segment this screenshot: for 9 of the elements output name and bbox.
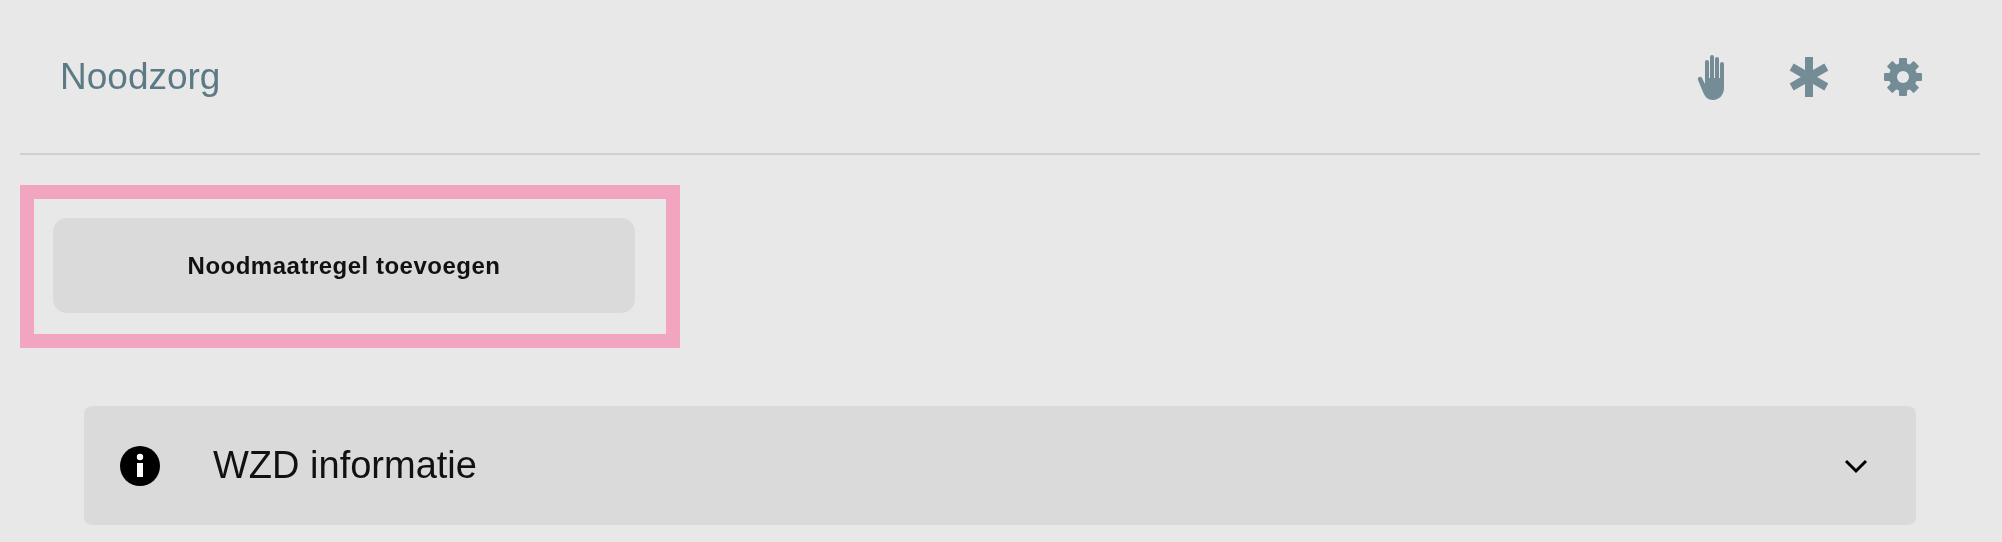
accordion-title: WZD informatie	[213, 444, 478, 487]
asterisk-icon	[1790, 56, 1828, 97]
page-title: Noodzorg	[60, 55, 221, 98]
settings-button[interactable]	[1882, 55, 1924, 98]
settings-icon	[1883, 56, 1923, 97]
asterisk-button[interactable]	[1788, 55, 1830, 98]
accordion-header[interactable]: WZD informatie	[84, 406, 1916, 525]
add-emergency-measure-button[interactable]: Noodmaatregel toevoegen	[53, 218, 635, 313]
info-icon	[120, 445, 160, 486]
